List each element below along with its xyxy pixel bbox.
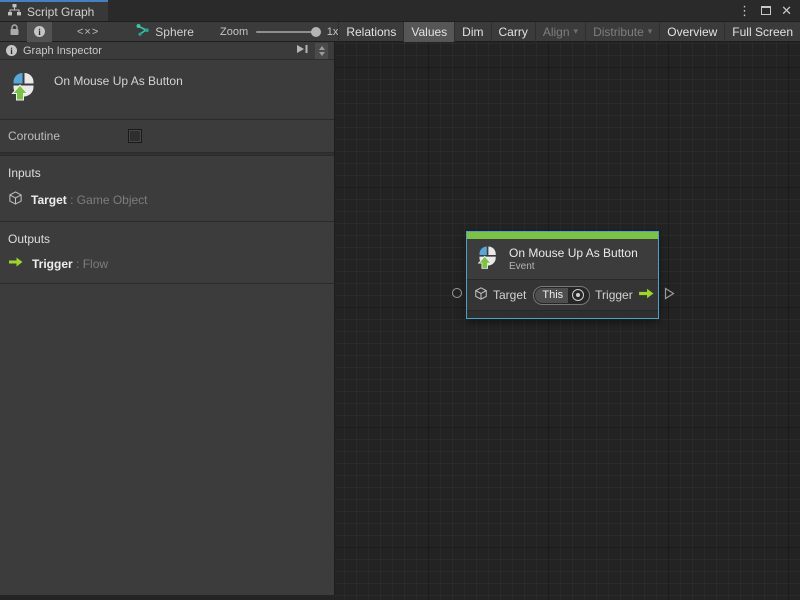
- outputs-section: Outputs Trigger : Flow: [0, 222, 334, 284]
- align-dropdown[interactable]: Align ▾: [534, 21, 585, 42]
- chevron-down-icon: ▾: [573, 26, 579, 36]
- node-footer: [467, 310, 658, 318]
- coroutine-label: Coroutine: [8, 129, 61, 143]
- game-object-cube-icon: [474, 286, 488, 304]
- zoom-level: 1x: [326, 25, 339, 38]
- window-tab-bar: Script Graph ⋮ ✕: [0, 0, 800, 22]
- node-subtitle: Event: [509, 261, 535, 272]
- info-icon: i: [34, 26, 45, 37]
- inputs-section: Inputs Target : Game Object: [0, 156, 334, 222]
- panel-scrubber[interactable]: [315, 42, 328, 59]
- chevron-down-icon: ▾: [647, 26, 653, 36]
- lock-icon: [9, 23, 20, 41]
- node-accent-bar: [467, 232, 658, 239]
- graph-canvas[interactable]: On Mouse Up As Button Event Target This …: [335, 42, 800, 600]
- graph-inspector-header: i Graph Inspector: [0, 42, 334, 60]
- output-port-row: Trigger : Flow: [8, 256, 326, 271]
- zoom-label: Zoom: [219, 25, 249, 38]
- zoom-slider-handle[interactable]: [310, 26, 321, 37]
- target-port-label: Target: [493, 288, 527, 302]
- unit-title: On Mouse Up As Button: [54, 74, 183, 88]
- node-header[interactable]: On Mouse Up As Button Event: [467, 239, 658, 279]
- trigger-port-label: Trigger: [595, 288, 633, 302]
- graph-asset-icon: [136, 23, 150, 40]
- mouse-up-event-icon: [475, 244, 501, 275]
- outputs-heading: Outputs: [8, 232, 51, 246]
- tab-title: Script Graph: [27, 4, 95, 19]
- coroutine-checkbox[interactable]: [128, 129, 142, 143]
- overview-button[interactable]: Overview: [659, 21, 724, 42]
- graph-context-breadcrumb[interactable]: Sphere: [136, 23, 194, 40]
- graph-toolbar: i <×> Sphere Zoom 1x Relations Values Di…: [0, 21, 800, 42]
- unit-summary: On Mouse Up As Button: [0, 60, 334, 120]
- inspector-toggle-button[interactable]: i: [27, 21, 52, 42]
- output-port-handle[interactable]: [664, 287, 675, 305]
- lock-button[interactable]: [2, 22, 27, 42]
- distribute-dropdown[interactable]: Distribute ▾: [585, 21, 659, 42]
- toolbar-toggle-group: Relations Values Dim Carry Align ▾ Distr…: [338, 21, 800, 42]
- object-picker-icon[interactable]: [572, 289, 585, 301]
- tab-script-graph[interactable]: Script Graph: [0, 0, 109, 21]
- inputs-heading: Inputs: [8, 166, 41, 180]
- dim-button[interactable]: Dim: [454, 21, 490, 42]
- zoom-slider[interactable]: [256, 26, 321, 37]
- panel-title: Graph Inspector: [23, 44, 102, 57]
- carry-button[interactable]: Carry: [490, 21, 535, 42]
- input-port-handle[interactable]: [452, 288, 462, 298]
- close-icon[interactable]: ✕: [781, 4, 792, 17]
- graph-hierarchy-icon: [8, 4, 21, 19]
- mouse-up-event-icon: [8, 70, 40, 107]
- flow-arrow-icon: [8, 256, 24, 271]
- node-title: On Mouse Up As Button: [509, 246, 638, 260]
- code-view-button[interactable]: <×>: [70, 22, 106, 42]
- dock-icon[interactable]: [295, 42, 309, 60]
- menu-icon[interactable]: ⋮: [738, 4, 751, 17]
- relations-button[interactable]: Relations: [338, 21, 403, 42]
- window-controls: ⋮ ✕: [738, 0, 800, 21]
- full-screen-button[interactable]: Full Screen: [724, 21, 800, 42]
- values-button[interactable]: Values: [403, 21, 455, 42]
- panel-bottom-edge: [0, 595, 335, 600]
- game-object-cube-icon: [8, 190, 23, 209]
- event-node-on-mouse-up-as-button[interactable]: On Mouse Up As Button Event Target This …: [452, 231, 675, 319]
- flow-arrow-icon: [638, 287, 655, 303]
- code-icon: <×>: [77, 25, 100, 38]
- target-value: This: [535, 287, 569, 303]
- port-type: : Game Object: [70, 192, 148, 207]
- port-name: Target: [31, 192, 67, 207]
- target-value-field[interactable]: This: [533, 285, 591, 305]
- node-ports-row: Target This Trigger: [467, 279, 658, 310]
- port-name: Trigger: [32, 256, 73, 271]
- graph-inspector-panel: i Graph Inspector On Mouse Up As Button …: [0, 42, 335, 595]
- info-icon: i: [6, 45, 17, 56]
- input-port-row: Target : Game Object: [8, 190, 326, 209]
- maximize-icon[interactable]: [761, 6, 772, 15]
- coroutine-row: Coroutine: [0, 120, 334, 153]
- port-type: : Flow: [76, 256, 109, 271]
- context-label: Sphere: [155, 24, 194, 39]
